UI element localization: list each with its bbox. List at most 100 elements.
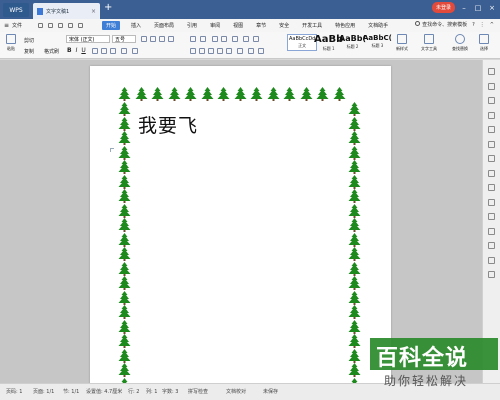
new-style-button[interactable]: 新样式 (396, 34, 408, 52)
tab-9[interactable]: 特色应用 (333, 21, 357, 30)
line-spacing-icon[interactable] (237, 48, 243, 54)
minimize-button[interactable]: – (459, 2, 469, 13)
close-tab-icon[interactable]: × (91, 8, 96, 15)
tab-2[interactable]: 页面布局 (152, 21, 176, 30)
tree-border-icon (118, 116, 131, 131)
document-text[interactable]: 我要飞 (138, 111, 198, 138)
tab-7[interactable]: 安全 (277, 21, 291, 30)
tab-8[interactable]: 开发工具 (300, 21, 324, 30)
show-marks-icon[interactable] (253, 36, 259, 42)
highlight-icon[interactable] (132, 48, 138, 54)
decrease-indent-icon[interactable] (212, 36, 218, 42)
document-canvas[interactable]: 我要飞 (0, 60, 482, 396)
save-icon[interactable] (38, 23, 43, 28)
collapse-ribbon-button[interactable]: ^ (490, 22, 494, 28)
borders-icon[interactable] (258, 48, 264, 54)
expand-panel-icon[interactable] (488, 68, 495, 75)
image-icon[interactable] (488, 227, 495, 235)
cut-button[interactable]: 剪切 (24, 37, 34, 44)
underline-button[interactable]: U (81, 47, 85, 54)
find-replace-button[interactable]: 查找替换 (452, 34, 468, 52)
doc-check-button[interactable]: 文档校对 (226, 388, 246, 395)
increase-indent-icon[interactable] (221, 36, 227, 42)
italic-button[interactable]: I (76, 47, 78, 54)
backup-icon[interactable] (488, 169, 495, 177)
tab-4[interactable]: 审阅 (208, 21, 222, 30)
find-icon (455, 34, 465, 44)
numbered-list-icon[interactable] (200, 36, 206, 42)
distribute-icon[interactable] (226, 48, 232, 54)
help-icon[interactable] (488, 256, 495, 264)
tree-border-icon (118, 334, 131, 348)
maximize-button[interactable]: □ (473, 2, 483, 13)
font-size-select[interactable]: 五号 (112, 35, 136, 43)
library-icon[interactable] (488, 140, 495, 148)
shading-icon[interactable] (248, 48, 254, 54)
template-icon[interactable] (488, 242, 495, 249)
help-button[interactable]: ? (472, 22, 475, 28)
select-object-icon[interactable] (488, 111, 495, 119)
menu-right-tools: 查找命令、搜索模板 ? ⋮ ^ (415, 21, 494, 28)
align-center-icon[interactable] (199, 48, 205, 54)
form-icon[interactable] (488, 184, 495, 191)
tab-5[interactable]: 视图 (231, 21, 245, 30)
bold-button[interactable]: B (67, 47, 72, 54)
status-word-count[interactable]: 字数: 3 (162, 388, 178, 395)
close-window-button[interactable]: × (487, 2, 497, 13)
clear-format-icon[interactable] (159, 36, 165, 42)
style-heading-3[interactable]: AaBbC( 标题 3 (363, 34, 392, 49)
sort-icon[interactable] (243, 36, 249, 42)
history-icon[interactable] (488, 198, 495, 206)
more-button[interactable]: ⋮ (480, 22, 485, 28)
document-page[interactable]: 我要飞 (90, 66, 391, 396)
new-doc-icon[interactable] (488, 82, 495, 90)
superscript-icon[interactable] (101, 48, 107, 54)
pinyin-icon[interactable] (168, 36, 174, 42)
grow-font-icon[interactable] (141, 36, 147, 42)
settings-icon[interactable] (488, 271, 495, 278)
collab-icon[interactable] (488, 213, 495, 220)
redo-icon[interactable] (78, 23, 83, 28)
tree-border-icon (118, 290, 131, 305)
status-page[interactable]: 页面: 1/1 (33, 388, 54, 395)
file-menu[interactable]: ≡ 文件 (0, 22, 38, 29)
quick-access-toolbar (38, 23, 102, 28)
login-button[interactable]: 未登录 (431, 2, 455, 13)
style-panel-icon[interactable] (488, 97, 495, 104)
format-painter-button[interactable]: 格式刷 (44, 48, 59, 55)
strikethrough-icon[interactable] (92, 48, 98, 54)
text-tools-button[interactable]: 文字工具 (421, 34, 437, 52)
tab-6[interactable]: 章节 (254, 21, 268, 30)
tab-1[interactable]: 插入 (129, 21, 143, 30)
style-normal[interactable]: AaBbCcDd 正文 (287, 34, 318, 51)
font-color-icon[interactable] (121, 48, 127, 54)
shrink-font-icon[interactable] (150, 36, 156, 42)
document-tab[interactable]: 文字文稿1 × (33, 3, 100, 19)
new-tab-button[interactable]: + (104, 2, 112, 13)
wps-home-tab[interactable]: WPS (3, 3, 29, 17)
command-search[interactable]: 查找命令、搜索模板 (415, 21, 467, 28)
tab-10[interactable]: 文档助手 (366, 21, 390, 30)
paste-button[interactable]: 粘贴 (6, 34, 16, 52)
tab-3[interactable]: 引用 (185, 21, 199, 30)
subscript-icon[interactable] (110, 48, 116, 54)
property-icon[interactable] (488, 126, 495, 133)
justify-icon[interactable] (217, 48, 223, 54)
font-name-select[interactable]: 宋体 (正文) (66, 35, 110, 43)
chinese-layout-icon[interactable] (232, 36, 238, 42)
tree-border-icon (118, 319, 131, 334)
preview-icon[interactable] (58, 23, 63, 28)
align-right-icon[interactable] (208, 48, 214, 54)
copy-button[interactable]: 复制 (24, 48, 34, 55)
print-icon[interactable] (48, 23, 53, 28)
file-menu-label: 文件 (12, 23, 23, 29)
bullet-list-icon[interactable] (190, 36, 196, 42)
align-left-icon[interactable] (190, 48, 196, 54)
select-button[interactable]: 选择 (479, 34, 489, 52)
share-icon[interactable] (488, 155, 495, 162)
undo-icon[interactable] (68, 23, 73, 28)
tree-border-icon (348, 363, 361, 377)
spell-check-toggle[interactable]: 拼写检查 (188, 388, 208, 395)
tab-0[interactable]: 开始 (102, 21, 121, 30)
new-style-label: 新样式 (396, 46, 408, 51)
